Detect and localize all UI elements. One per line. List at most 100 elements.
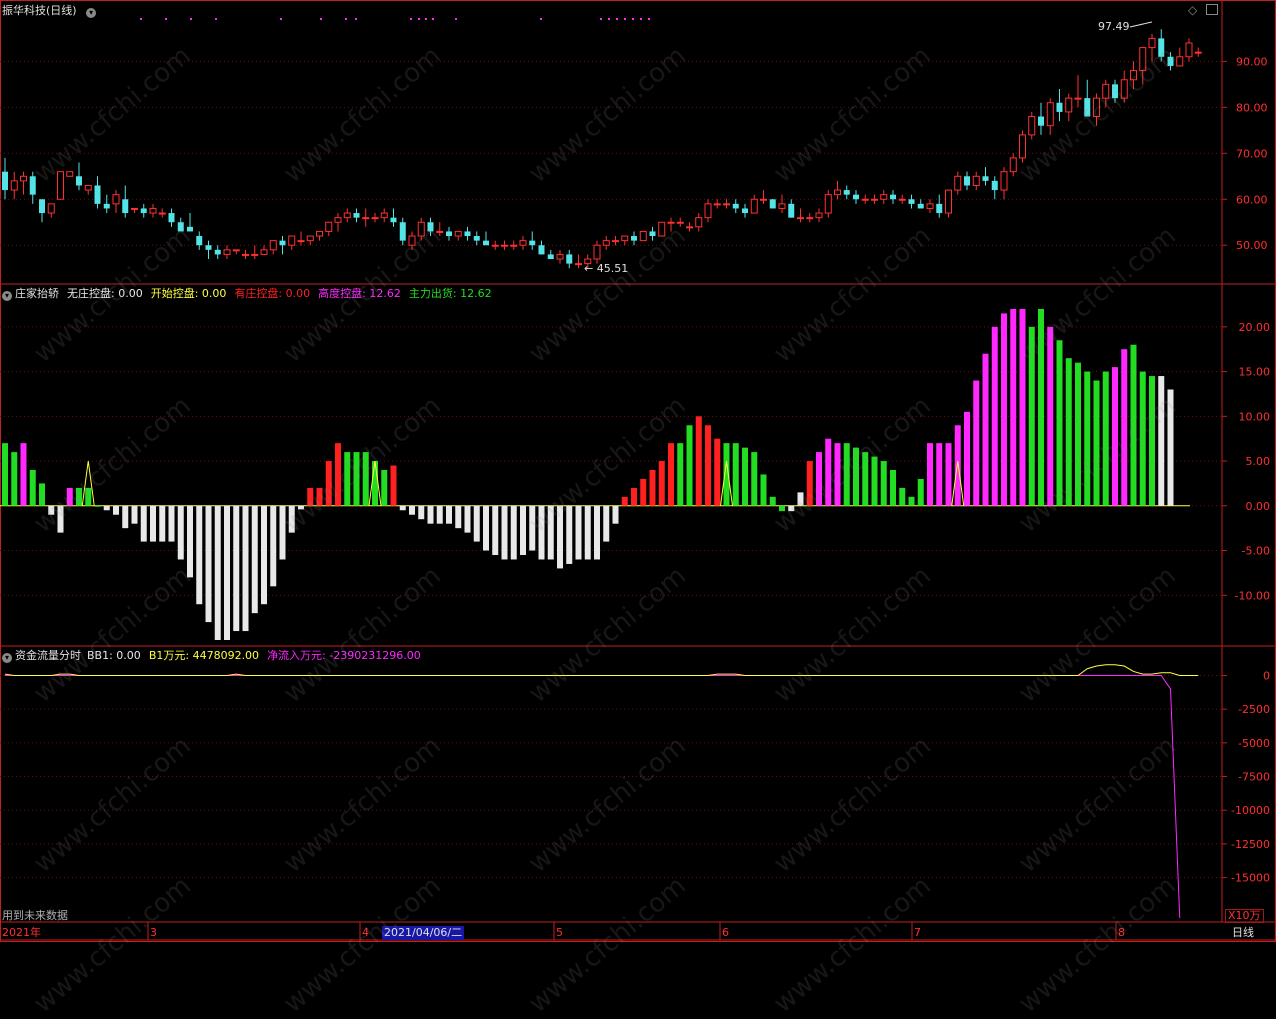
candle-body-down (631, 236, 637, 241)
value-number: -2390231296.00 (325, 649, 421, 662)
indicator-bar (1102, 371, 1109, 506)
signal-dot (280, 18, 282, 20)
indicator-bar (2, 443, 8, 506)
window-toggle-icon[interactable] (1206, 4, 1218, 15)
candle-body-up (1009, 157, 1017, 173)
candle-body-up (269, 240, 277, 251)
candle-body-up (1046, 102, 1054, 127)
indicator-bar (501, 505, 508, 560)
indicator-bar (806, 461, 813, 506)
flow-tick-label: -10000 (1231, 804, 1270, 817)
candle-body-up (510, 244, 518, 247)
candle-body-down (917, 203, 924, 209)
candle-body-up (519, 240, 527, 246)
indicator-bar (705, 425, 711, 506)
candle-body-down (566, 254, 573, 264)
indicator-bar (344, 452, 351, 506)
candle-body-up (316, 230, 323, 237)
indicator-bar (11, 452, 18, 506)
chevron-down-icon[interactable]: ▾ (2, 653, 12, 663)
candle-body-up (880, 194, 888, 200)
indicator-bar (381, 470, 388, 506)
diamond-icon[interactable]: ◇ (1188, 3, 1197, 17)
indicator-bar (510, 505, 517, 560)
indicator-bar (66, 487, 73, 506)
chart-canvas[interactable]: 90.0080.0070.0060.0050.0020.0015.0010.00… (0, 0, 1276, 943)
candle-body-up (1148, 37, 1156, 49)
candle-body-up (556, 253, 564, 260)
candle-body-up (501, 244, 508, 247)
indicator-bar (214, 505, 221, 640)
indicator-bar (538, 505, 545, 560)
indicator-bar (890, 470, 896, 506)
time-axis-label: 4 (362, 926, 369, 939)
indicator-bar (908, 496, 915, 506)
signal-dot (425, 18, 427, 20)
indicator-bar (1139, 371, 1146, 506)
candle-body-up (778, 203, 786, 209)
indicator-bar (242, 505, 249, 632)
signal-dot (320, 18, 322, 20)
flow-tick-label: -5000 (1238, 737, 1270, 750)
indicator-bar (557, 505, 563, 569)
chevron-down-icon[interactable]: ▾ (2, 291, 12, 301)
candle-body-down (742, 208, 748, 214)
candle-body-down (399, 222, 406, 241)
candle-body-up (232, 249, 240, 252)
candle-body-down (908, 199, 915, 204)
indicator-bar (945, 443, 952, 506)
indicator-bar (927, 443, 933, 506)
time-axis-label: 3 (150, 926, 157, 939)
indicator-bar (390, 465, 397, 506)
indicator-bar (307, 487, 314, 506)
indicator-bar (954, 425, 961, 506)
indicator-bar (695, 416, 702, 506)
candle-body-up (1102, 83, 1110, 99)
value-label: 净流入万元: (267, 649, 326, 662)
candle-body-up (158, 212, 166, 215)
candle-body-down (168, 213, 175, 223)
candle-body-up (47, 203, 55, 214)
candle-body-up (436, 230, 444, 233)
indicator-bar (658, 461, 665, 506)
indicator-bar (668, 443, 674, 506)
candle-body-down (853, 194, 859, 200)
candle-body-up (797, 217, 804, 220)
chevron-down-icon[interactable]: ▾ (86, 8, 97, 18)
indicator-bar (261, 505, 267, 605)
candle-body-down (538, 245, 545, 255)
candle-body-up (334, 217, 342, 223)
indicator-bar (103, 505, 110, 511)
indicator-bar (48, 505, 55, 515)
indicator-bar (1019, 308, 1026, 506)
indicator-bar (1001, 313, 1007, 506)
indicator-bar (621, 496, 628, 506)
period-label[interactable]: 日线 (1232, 926, 1254, 940)
candle-body-down (94, 185, 101, 204)
candle-body-up (824, 194, 832, 214)
indicator-bar (853, 447, 859, 506)
indicator-bar (57, 505, 64, 533)
candle-body-down (1038, 116, 1044, 126)
indicator-tick-label: 20.00 (1239, 321, 1271, 334)
candle-body-down (1056, 102, 1063, 112)
flow-series-line (5, 674, 1181, 919)
candle-body-down (464, 231, 471, 237)
price-tick-label: 60.00 (1236, 193, 1268, 206)
indicator-tick-label: 10.00 (1239, 410, 1271, 423)
candle-body-down (76, 176, 82, 186)
price-tick-label: 90.00 (1236, 55, 1268, 68)
candle-body-down (214, 249, 221, 255)
indicator-bar (603, 505, 610, 542)
candle-body-down (140, 208, 147, 214)
value-label: 主力出货: (408, 287, 457, 300)
indicator-bar (649, 470, 656, 506)
signal-dot (190, 18, 192, 20)
candle-body-up (1028, 116, 1036, 136)
candle-body-up (371, 217, 379, 220)
indicator-bar (1028, 326, 1035, 506)
indicator-bar (686, 425, 693, 506)
time-axis-label: 2021年 (2, 926, 41, 939)
indicator-bar (973, 380, 980, 506)
value-number: 12.62 (365, 287, 401, 300)
